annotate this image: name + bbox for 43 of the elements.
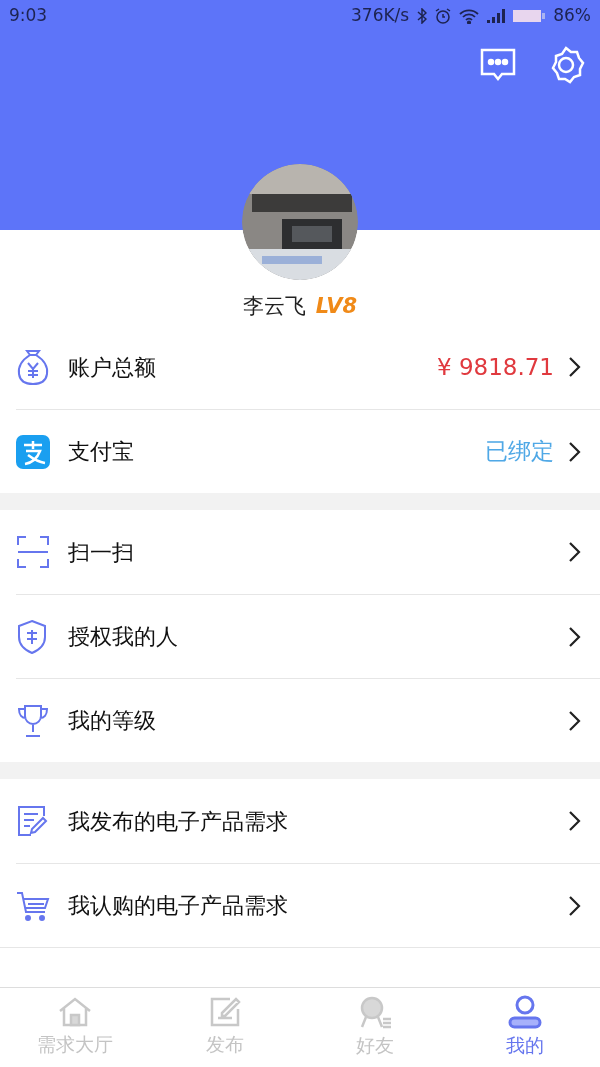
signal-icon [487, 9, 506, 23]
menu-row[interactable]: 我的等级 [16, 678, 600, 762]
menu-row[interactable]: 扫一扫 [16, 510, 600, 594]
menu-label: 我发布的电子产品需求 [68, 807, 289, 836]
menu-label: 扫一扫 [68, 538, 135, 567]
status-time: 9:03 [9, 4, 48, 28]
user-level: LV8 [315, 293, 358, 321]
menu-row[interactable]: 账户总额 ¥ 9818.71 [16, 325, 600, 409]
chevron-icon [568, 625, 582, 648]
chevron-icon [568, 541, 582, 563]
chevron-icon [568, 709, 582, 732]
money-bag-icon [16, 348, 50, 386]
menu-label: 授权我的人 [68, 623, 179, 651]
edit-icon [208, 996, 242, 1029]
chevron-icon [568, 810, 582, 832]
scan-icon [16, 535, 50, 569]
menu-label: 账户总额 [68, 353, 157, 382]
menu-label: 支付宝 [68, 438, 135, 466]
alarm-icon [435, 8, 452, 24]
menu-label: 我的等级 [68, 707, 157, 735]
edit-document-icon [16, 804, 50, 838]
battery-percent: 86% [553, 4, 591, 28]
user-name: 李云飞 [242, 293, 306, 321]
menu-label: 我认购的电子产品需求 [68, 892, 289, 920]
menu-row[interactable]: 我发布的电子产品需求 [16, 779, 600, 863]
menu-row[interactable]: 授权我的人 [16, 594, 600, 678]
chevron-icon [568, 440, 582, 463]
menu-row[interactable]: 我认购的电子产品需求 [16, 863, 600, 947]
bluetooth-icon [417, 8, 428, 24]
network-speed: 376K/s [351, 4, 410, 28]
chevron-icon [568, 894, 582, 917]
wifi-icon [459, 8, 480, 24]
trophy-icon [16, 702, 50, 739]
menu-row[interactable]: 支付宝 已绑定 [16, 409, 600, 493]
battery-icon [513, 9, 546, 23]
person-icon [507, 995, 543, 1030]
tab[interactable]: 我的 [450, 988, 600, 1067]
house-icon [57, 996, 93, 1029]
chevron-icon [568, 356, 582, 378]
shield-icon [16, 618, 48, 655]
menu-value: ¥ 9818.71 [436, 352, 554, 382]
menu-value: 已绑定 [485, 437, 554, 467]
alipay-icon [16, 434, 50, 469]
